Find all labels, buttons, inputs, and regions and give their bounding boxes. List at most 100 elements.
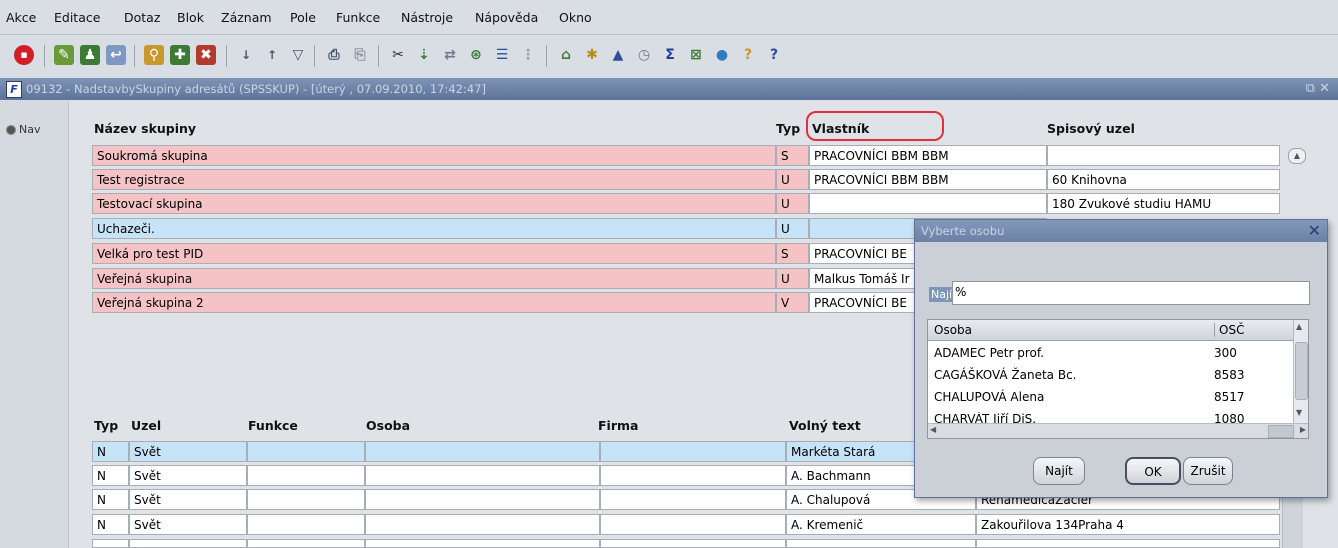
member-node-cell[interactable]: Svět: [129, 441, 247, 462]
cut-icon[interactable]: ✂: [388, 45, 408, 65]
list-horizontal-scrollbar[interactable]: ◀ ▶: [928, 423, 1308, 438]
save-icon[interactable]: ✎: [54, 45, 74, 65]
scroll-left-arrow-icon[interactable]: ◀: [930, 425, 936, 434]
member-freetext-cell[interactable]: [786, 539, 976, 548]
copy-icon[interactable]: ⇣: [414, 45, 434, 65]
close-icon[interactable]: ✕: [1308, 221, 1321, 240]
member-person-cell[interactable]: [365, 514, 600, 535]
member-node-cell[interactable]: Svět: [129, 489, 247, 510]
tools-icon[interactable]: ✱: [582, 45, 602, 65]
group-owner-cell[interactable]: [809, 193, 1047, 214]
member-type-cell[interactable]: [92, 539, 129, 548]
menu-okno[interactable]: Okno: [559, 10, 592, 25]
member-person-cell[interactable]: [365, 465, 600, 486]
group-name-cell[interactable]: Veřejná skupina 2: [92, 292, 776, 313]
group-type-cell[interactable]: U: [776, 218, 809, 239]
group-type-cell[interactable]: U: [776, 268, 809, 289]
scroll-thumb[interactable]: [1295, 342, 1308, 400]
member-function-cell[interactable]: [247, 489, 365, 510]
group-type-cell[interactable]: V: [776, 292, 809, 313]
member-type-cell[interactable]: N: [92, 441, 129, 462]
mountain-icon[interactable]: ▲: [608, 45, 628, 65]
cancel-button[interactable]: Zrušit: [1183, 457, 1233, 485]
nav-radio[interactable]: Nav: [6, 123, 40, 136]
edit-icon[interactable]: ⋮: [518, 45, 538, 65]
menu-akce[interactable]: Akce: [6, 10, 36, 25]
member-function-cell[interactable]: [247, 465, 365, 486]
group-owner-cell[interactable]: PRACOVNÍCI BBM BBM: [809, 169, 1047, 190]
member-type-cell[interactable]: N: [92, 514, 129, 535]
group-name-cell[interactable]: Test registrace: [92, 169, 776, 190]
group-type-cell[interactable]: U: [776, 169, 809, 190]
tree-icon[interactable]: ⌂: [556, 45, 576, 65]
window-controls[interactable]: ⧉ ✕: [1306, 81, 1330, 96]
menu-blok[interactable]: Blok: [177, 10, 204, 25]
find-icon[interactable]: ⊛: [466, 45, 486, 65]
help-icon[interactable]: ?: [738, 45, 758, 65]
paste-icon[interactable]: ⇄: [440, 45, 460, 65]
find-button[interactable]: Najít: [1033, 457, 1085, 485]
group-type-cell[interactable]: S: [776, 145, 809, 166]
group-owner-cell[interactable]: PRACOVNÍCI BBM BBM: [809, 145, 1047, 166]
member-person-cell[interactable]: [365, 489, 600, 510]
member-firm-cell[interactable]: [600, 465, 786, 486]
member-function-cell[interactable]: [247, 441, 365, 462]
undo-icon[interactable]: ↩: [106, 45, 126, 65]
group-node-cell[interactable]: 180 Zvukové studiu HAMU: [1047, 193, 1280, 214]
group-type-cell[interactable]: U: [776, 193, 809, 214]
preview-icon[interactable]: ⎘: [350, 45, 370, 65]
context-help-icon[interactable]: ?: [764, 45, 784, 65]
sum-icon[interactable]: Σ: [660, 45, 680, 65]
member-person-cell[interactable]: [365, 441, 600, 462]
member-firm-cell[interactable]: [600, 441, 786, 462]
list-vertical-scrollbar[interactable]: ▲ ▼: [1293, 320, 1308, 424]
search-record-icon[interactable]: ⚲: [144, 45, 164, 65]
sort-asc-icon[interactable]: ↓: [236, 45, 256, 65]
member-function-cell[interactable]: [247, 539, 365, 548]
member-node-cell[interactable]: Svět: [129, 465, 247, 486]
menu-nastroje[interactable]: Nástroje: [401, 10, 453, 25]
member-person-cell[interactable]: [365, 539, 600, 548]
member-firm-cell[interactable]: [600, 539, 786, 548]
member-freetext-cell[interactable]: A. Kremenič: [786, 514, 976, 535]
list-item[interactable]: CAGÁŠKOVÁ Žaneta Bc. 8583: [934, 368, 1284, 386]
insert-record-icon[interactable]: ✚: [170, 45, 190, 65]
list-item[interactable]: ADAMEC Petr prof. 300: [934, 346, 1284, 364]
print-icon[interactable]: ⎙: [324, 45, 344, 65]
ok-button[interactable]: OK: [1125, 457, 1181, 485]
group-name-cell[interactable]: Testovací skupina: [92, 193, 776, 214]
scroll-down-arrow-icon[interactable]: ▼: [1296, 408, 1302, 417]
info-icon[interactable]: ●: [712, 45, 732, 65]
group-name-cell[interactable]: Uchazeči.: [92, 218, 776, 239]
group-name-cell[interactable]: Soukromá skupina: [92, 145, 776, 166]
find-input[interactable]: %: [952, 281, 1310, 305]
menu-editace[interactable]: Editace: [54, 10, 100, 25]
member-firm-cell[interactable]: [600, 489, 786, 510]
list-item[interactable]: CHALUPOVÁ Alena 8517: [934, 390, 1284, 408]
group-name-cell[interactable]: Velká pro test PID: [92, 243, 776, 264]
member-node-cell[interactable]: Svět: [129, 514, 247, 535]
member-type-cell[interactable]: N: [92, 465, 129, 486]
scroll-h-thumb[interactable]: [1268, 425, 1294, 438]
scroll-right-arrow-icon[interactable]: ▶: [1300, 425, 1306, 434]
group-node-cell[interactable]: 60 Knihovna: [1047, 169, 1280, 190]
clock-icon[interactable]: ◷: [634, 45, 654, 65]
list-header-person[interactable]: Osoba: [934, 323, 972, 337]
menu-napoveda[interactable]: Nápověda: [475, 10, 538, 25]
delete-record-icon[interactable]: ✖: [196, 45, 216, 65]
group-node-cell[interactable]: [1047, 145, 1280, 166]
list-icon[interactable]: ☰: [492, 45, 512, 65]
scroll-up-button[interactable]: ▲: [1288, 148, 1306, 164]
menu-pole[interactable]: Pole: [290, 10, 316, 25]
exit-icon[interactable]: ■: [14, 45, 34, 65]
sort-desc-icon[interactable]: ↑: [262, 45, 282, 65]
excel-icon[interactable]: ⊠: [686, 45, 706, 65]
menu-funkce[interactable]: Funkce: [336, 10, 380, 25]
filter-icon[interactable]: ▽: [288, 45, 308, 65]
group-name-cell[interactable]: Veřejná skupina: [92, 268, 776, 289]
group-type-cell[interactable]: S: [776, 243, 809, 264]
member-extra-cell[interactable]: [976, 539, 1280, 548]
menu-zaznam[interactable]: Záznam: [221, 10, 272, 25]
member-extra-cell[interactable]: Zakouřilova 134Praha 4: [976, 514, 1280, 535]
member-firm-cell[interactable]: [600, 514, 786, 535]
